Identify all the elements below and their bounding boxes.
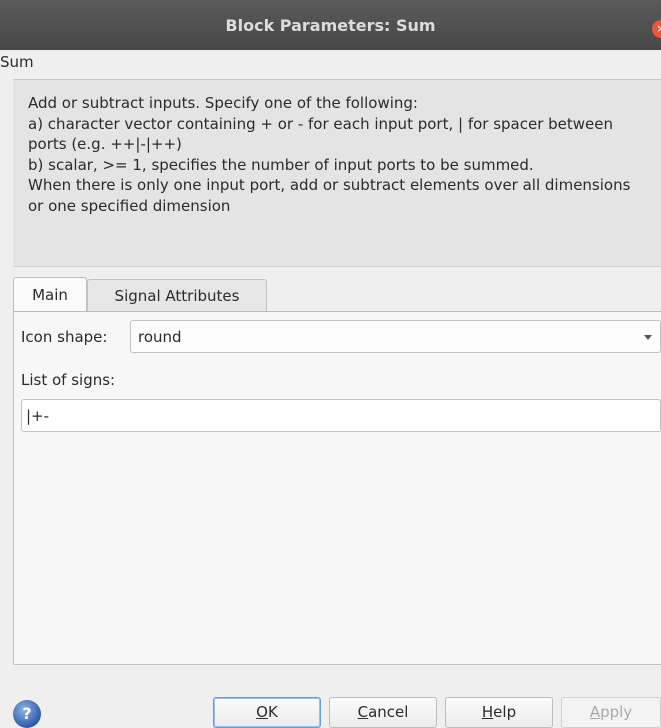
apply-mnemonic: A <box>589 703 601 721</box>
icon-shape-select[interactable]: round <box>130 320 661 353</box>
block-description: Add or subtract inputs. Specify one of t… <box>28 94 631 215</box>
description-box: Add or subtract inputs. Specify one of t… <box>13 79 661 267</box>
tab-signal-attributes[interactable]: Signal Attributes <box>87 279 267 311</box>
help-circle-icon[interactable]: ? <box>13 700 41 728</box>
help-button[interactable]: Help <box>445 697 553 728</box>
cancel-mnemonic: C <box>357 703 369 721</box>
help-label: elp <box>493 703 517 721</box>
list-of-signs-input[interactable]: |+- <box>21 399 661 432</box>
cancel-button[interactable]: Cancel <box>329 697 437 728</box>
window-title: Block Parameters: Sum <box>225 16 436 35</box>
block-name: Sum <box>0 53 34 71</box>
icon-shape-label: Icon shape: <box>21 328 108 346</box>
ok-label: K <box>267 703 278 721</box>
cancel-label: ancel <box>368 703 409 721</box>
help-mnemonic: H <box>481 703 494 721</box>
ok-button[interactable]: OK <box>213 697 321 728</box>
list-of-signs-label: List of signs: <box>21 371 116 389</box>
chevron-down-icon <box>644 335 652 340</box>
ok-mnemonic: O <box>256 703 268 721</box>
tab-panel-main <box>13 311 661 665</box>
icon-shape-value: round <box>138 328 182 346</box>
tab-main[interactable]: Main <box>13 277 87 311</box>
apply-label: pply <box>600 703 633 721</box>
title-bar: Block Parameters: Sum <box>0 0 661 50</box>
list-of-signs-value: |+- <box>26 407 50 425</box>
apply-button[interactable]: Apply <box>561 697 661 728</box>
